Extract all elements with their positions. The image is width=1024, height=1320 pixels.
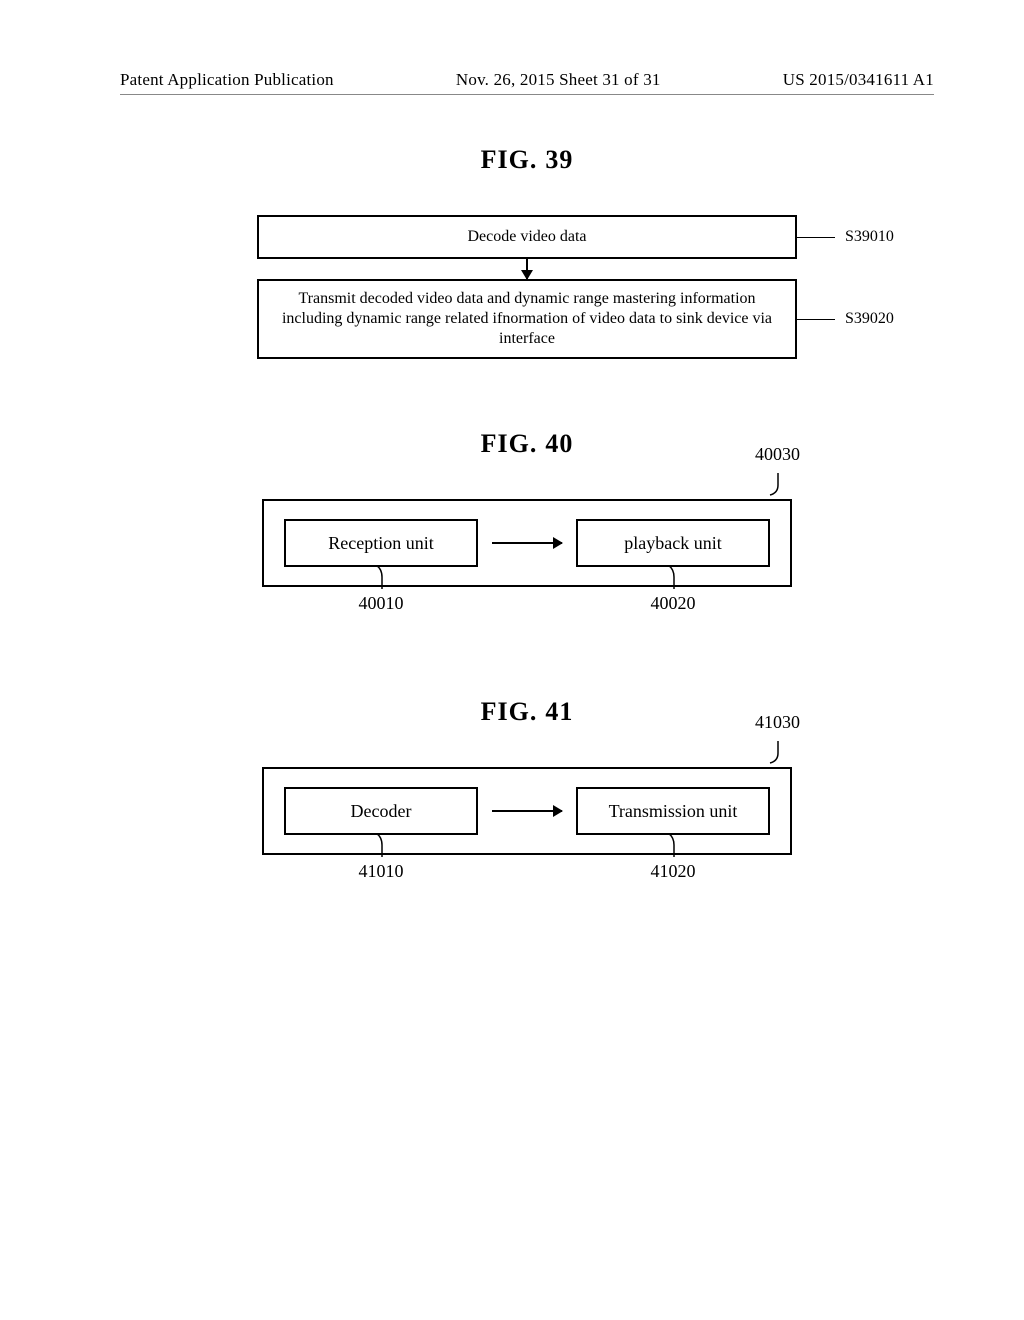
fig39-flowchart: Decode video data S39010 Transmit decode…	[257, 215, 797, 359]
fig40-left-box: Reception unit 40010	[284, 519, 478, 567]
arrow-right-icon	[492, 810, 562, 812]
fig40-outer-box: Reception unit 40010 playback unit 40020	[262, 499, 792, 587]
fig41-left-ref: 41010	[359, 861, 404, 882]
fig-word: FIG.	[481, 145, 538, 174]
leader-hook-icon	[664, 833, 682, 857]
fig39-step1-ref: S39010	[845, 227, 894, 247]
fig40-right-box: playback unit 40020	[576, 519, 770, 567]
fig41-block-diagram: 41030 Decoder 41010 Transmission unit 41…	[262, 767, 792, 855]
fig40-left-label: Reception unit	[328, 533, 433, 554]
page-header: Patent Application Publication Nov. 26, …	[120, 70, 934, 95]
leader-hook-icon	[372, 565, 390, 589]
fig-word: FIG.	[481, 697, 538, 726]
fig-num: 40	[545, 429, 573, 458]
fig-word: FIG.	[481, 429, 538, 458]
leader-hook-icon	[768, 741, 788, 765]
fig41-left-label: Decoder	[351, 801, 412, 822]
fig40-block-diagram: 40030 Reception unit 40010 playback unit…	[262, 499, 792, 587]
fig41-right-label: Transmission unit	[609, 801, 738, 822]
fig41-right-box: Transmission unit 41020	[576, 787, 770, 835]
header-center: Nov. 26, 2015 Sheet 31 of 31	[456, 70, 661, 90]
fig41-outer-ref: 41030	[755, 712, 800, 733]
leader-line	[795, 319, 835, 320]
fig41-left-box: Decoder 41010	[284, 787, 478, 835]
fig40-title: FIG.40	[120, 429, 934, 459]
fig-num: 41	[545, 697, 573, 726]
fig40-right-ref: 40020	[651, 593, 696, 614]
patent-page: Patent Application Publication Nov. 26, …	[0, 0, 1024, 1320]
fig40-right-label: playback unit	[624, 533, 721, 554]
fig41-right-ref: 41020	[651, 861, 696, 882]
arrow-down-icon	[526, 259, 528, 279]
fig41-title: FIG.41	[120, 697, 934, 727]
fig39-title: FIG.39	[120, 145, 934, 175]
fig39-step2-ref: S39020	[845, 309, 894, 329]
header-left: Patent Application Publication	[120, 70, 334, 90]
fig41-outer-box: Decoder 41010 Transmission unit 41020	[262, 767, 792, 855]
leader-hook-icon	[664, 565, 682, 589]
fig40-left-ref: 40010	[359, 593, 404, 614]
fig40-outer-ref: 40030	[755, 444, 800, 465]
fig39-step2-box: Transmit decoded video data and dynamic …	[257, 279, 797, 359]
fig39-step2-text: Transmit decoded video data and dynamic …	[282, 290, 772, 347]
arrow-right-icon	[492, 542, 562, 544]
fig39-step1-box: Decode video data S39010	[257, 215, 797, 259]
header-right: US 2015/0341611 A1	[783, 70, 934, 90]
leader-hook-icon	[768, 473, 788, 497]
fig39-step1-text: Decode video data	[467, 227, 586, 247]
leader-hook-icon	[372, 833, 390, 857]
fig-num: 39	[545, 145, 573, 174]
leader-line	[795, 237, 835, 238]
